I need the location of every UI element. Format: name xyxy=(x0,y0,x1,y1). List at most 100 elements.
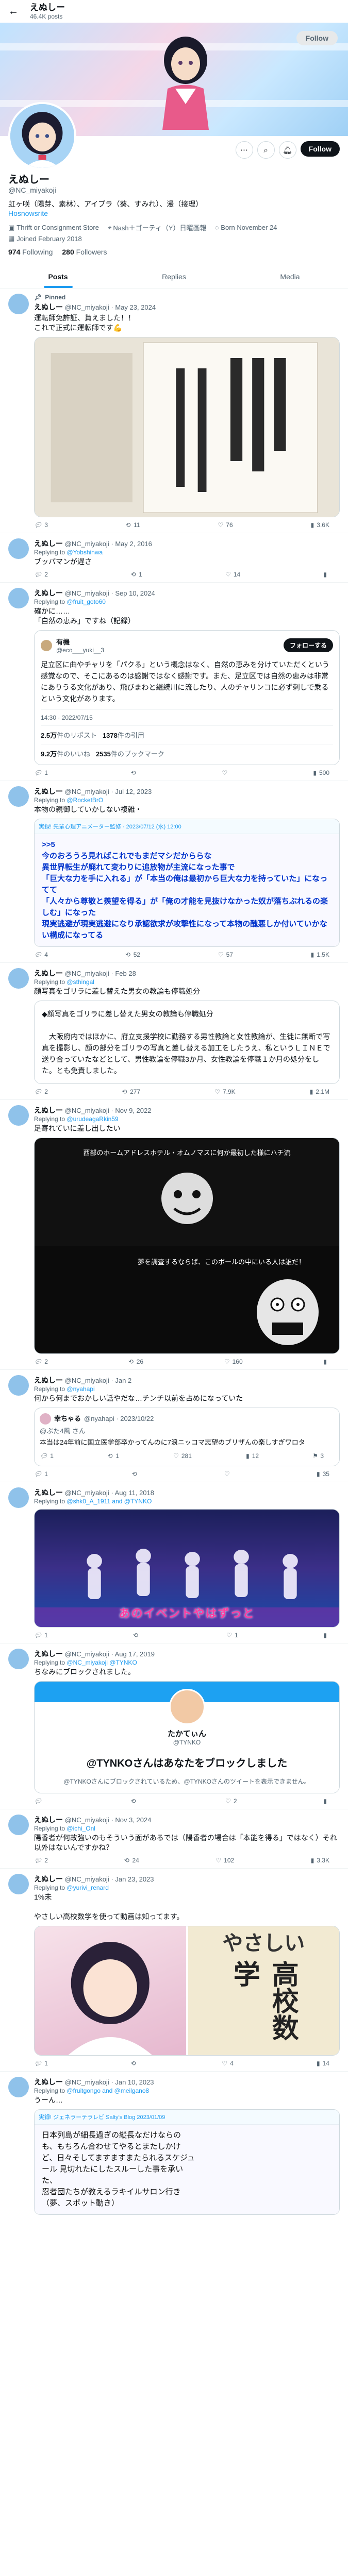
tweet-avatar[interactable] xyxy=(8,1105,29,1126)
tweet[interactable]: えぬしー @NC_miyakoji · Aug 17, 2019 Replyin… xyxy=(0,1643,348,1809)
reply-to-link[interactable]: @ichi_Onl xyxy=(67,1825,95,1832)
tweet[interactable]: えぬしー @NC_miyakoji · Sep 10, 2024 Replyin… xyxy=(0,583,348,781)
retweet-button[interactable]: ⟲ 11 xyxy=(126,521,140,529)
tweet-image[interactable]: 実録! ジェネラーテラレビ Salty's Blog 2023/01/09 日本… xyxy=(34,2109,340,2215)
views-button[interactable]: ▮ 500 xyxy=(313,769,329,776)
tweet-avatar[interactable] xyxy=(8,2077,29,2097)
reply-to-link[interactable]: @Yobshinwa xyxy=(67,549,103,556)
views-button[interactable]: ▮ 35 xyxy=(317,1470,329,1478)
views-button[interactable]: ▮ 3.3K xyxy=(311,1857,329,1864)
embedded-tweet[interactable]: 幸ちゃる @nyahapi · 2023/10/22 @ぶた4風 さん 本当は2… xyxy=(34,1408,340,1466)
tweet-avatar[interactable] xyxy=(8,1874,29,1894)
views-button[interactable]: ▮ 1.5K xyxy=(311,951,329,958)
reply-button[interactable]: 💬︎ 1 xyxy=(34,769,48,776)
tweet-image-right[interactable]: やさしい 高校数学 xyxy=(188,1926,339,2055)
tweet-avatar[interactable] xyxy=(8,294,29,314)
tweet[interactable]: えぬしー @NC_miyakoji · Jan 10, 2023 Replyin… xyxy=(0,2072,348,2219)
like-button[interactable]: ♡ 2 xyxy=(225,1798,237,1805)
back-arrow-icon[interactable]: ← xyxy=(6,6,21,18)
like-button[interactable]: ♡ 76 xyxy=(218,521,233,529)
search-icon[interactable]: ⌕ xyxy=(257,141,275,159)
retweet-button[interactable]: ⟲ xyxy=(131,1798,139,1805)
tab-media[interactable]: Media xyxy=(232,264,348,288)
retweet-button[interactable]: ⟲ 52 xyxy=(126,951,140,958)
tweet[interactable]: えぬしー @NC_miyakoji · Jul 12, 2023 Replyin… xyxy=(0,781,348,963)
like-button[interactable]: ♡ 57 xyxy=(218,951,233,958)
views-button[interactable]: ▮ xyxy=(323,571,329,578)
reply-button[interactable]: 💬︎ 2 xyxy=(34,571,48,578)
like-button[interactable]: ♡ 160 xyxy=(224,1358,243,1365)
reply-to-link[interactable]: @sthingal xyxy=(67,978,94,986)
views-button[interactable]: ▮ xyxy=(323,1358,329,1365)
quoted-tweet[interactable]: 有機 @eco___yuki__3 フォローする 足立区に曲やチャリを「パクる」… xyxy=(34,630,340,765)
tweet-image-left[interactable] xyxy=(35,1926,186,2055)
reply-to-link[interactable]: @fruitgongo and @meilgano8 xyxy=(67,2087,149,2094)
following-link[interactable]: 974 Following xyxy=(8,248,53,256)
profile-avatar[interactable] xyxy=(8,102,76,170)
reply-to-link[interactable]: @shk0_A_1911 and @TYNKO xyxy=(67,1498,152,1505)
retweet-button[interactable]: ⟲ 26 xyxy=(129,1358,143,1365)
reply-button[interactable]: 💬︎ 2 xyxy=(34,1088,48,1095)
blocked-screenshot[interactable]: たかてぃん @TYNKO @TYNKOさんはあなたをブロックしました @TYNK… xyxy=(34,1681,340,1793)
tweet-avatar[interactable] xyxy=(8,1487,29,1508)
quoted-avatar[interactable] xyxy=(41,639,52,651)
reply-button[interactable]: 💬︎ 1 xyxy=(34,1632,48,1639)
tweet-image[interactable]: 西部のホームアドレスホテル・オムノマスに何か最初した様にハチ流 夢を調査するなら… xyxy=(34,1138,340,1354)
notification-bell-icon[interactable]: 🔔︎ xyxy=(278,141,296,159)
retweet-button[interactable]: ⟲ 277 xyxy=(122,1088,140,1095)
retweet-button[interactable]: ⟲ xyxy=(131,2060,139,2067)
banner-follow-button[interactable]: Follow xyxy=(296,31,338,45)
tweet-image[interactable] xyxy=(34,337,340,517)
views-button[interactable]: ▮ 2.1M xyxy=(310,1088,329,1095)
tab-replies[interactable]: Replies xyxy=(116,264,232,288)
tweet[interactable]: えぬしー @NC_miyakoji · Jan 23, 2023 Replyin… xyxy=(0,1869,348,2072)
reply-button[interactable]: 💬︎ 3 xyxy=(34,521,48,529)
reply-to-link[interactable]: @RocketBrO xyxy=(67,796,103,804)
more-icon[interactable]: ⋯ xyxy=(235,141,253,159)
tweet-image-text[interactable]: ◆顔写真をゴリラに差し替えた男女の教論も停職処分 大阪府内ではほかに、府立支援学… xyxy=(34,1001,340,1084)
like-button[interactable]: ♡ 1 xyxy=(226,1632,238,1639)
tweet-avatar[interactable] xyxy=(8,1375,29,1396)
like-button[interactable]: ♡ 7.9K xyxy=(214,1088,235,1095)
reply-to-link[interactable]: @fruit_goto60 xyxy=(67,598,106,605)
retweet-button[interactable]: ⟲ xyxy=(131,769,139,776)
follow-button[interactable]: Follow xyxy=(300,141,340,157)
reply-button[interactable]: 💬︎ 1 xyxy=(34,1470,48,1478)
reply-to-link[interactable]: @urudeagaRkin59 xyxy=(67,1115,118,1123)
retweet-button[interactable]: ⟲ 1 xyxy=(131,571,142,578)
reply-to-link[interactable]: @NC_miyakoji @TYNKO xyxy=(67,1659,137,1666)
tweet-image[interactable]: あのイベントやはずっと xyxy=(34,1509,340,1628)
views-button[interactable]: ▮ 14 xyxy=(317,2060,329,2067)
tweet-image[interactable]: 実録! 先輩心理アニメーター監修 · 2023/07/12 (水) 12:00 … xyxy=(34,819,340,947)
views-button[interactable]: ▮ xyxy=(323,1632,329,1639)
reply-button[interactable]: 💬︎ 4 xyxy=(34,951,48,958)
tweet-avatar[interactable] xyxy=(8,1815,29,1835)
like-button[interactable]: ♡ 4 xyxy=(222,2060,233,2067)
reply-button[interactable]: 💬︎ xyxy=(34,1798,44,1805)
followers-link[interactable]: 280 Followers xyxy=(62,248,107,256)
reply-button[interactable]: 💬︎ 2 xyxy=(34,1358,48,1365)
tab-posts[interactable]: Posts xyxy=(0,264,116,288)
tweet[interactable]: 📌︎ Pinned えぬしー @NC_miyakoji · May 23, 202… xyxy=(0,289,348,533)
retweet-button[interactable]: ⟲ xyxy=(132,1470,140,1478)
tweet[interactable]: えぬしー @NC_miyakoji · Feb 28 Replying to @… xyxy=(0,963,348,1100)
like-button[interactable]: ♡ 102 xyxy=(216,1857,234,1864)
tweet[interactable]: えぬしー @NC_miyakoji · Nov 9, 2022 Replying… xyxy=(0,1100,348,1370)
reply-to-link[interactable]: @yurivi_renard xyxy=(67,1884,109,1891)
profile-link[interactable]: Hosnowsrite xyxy=(8,209,340,217)
like-button[interactable]: ♡ xyxy=(222,769,230,776)
tweet-avatar[interactable] xyxy=(8,538,29,559)
tweet-avatar[interactable] xyxy=(8,968,29,989)
tweet-avatar[interactable] xyxy=(8,588,29,608)
quoted-follow-button[interactable]: フォローする xyxy=(283,638,333,652)
tweet-avatar[interactable] xyxy=(8,1649,29,1669)
reply-button[interactable]: 💬︎ 2 xyxy=(34,1857,48,1864)
like-button[interactable]: ♡ 14 xyxy=(225,571,240,578)
reply-to-link[interactable]: @nyahapi xyxy=(67,1385,94,1393)
tweet[interactable]: えぬしー @NC_miyakoji · Jan 2 Replying to @n… xyxy=(0,1370,348,1482)
views-button[interactable]: ▮ 3.6K xyxy=(311,521,329,529)
tweet[interactable]: えぬしー @NC_miyakoji · Aug 11, 2018 Replyin… xyxy=(0,1482,348,1643)
retweet-button[interactable]: ⟲ xyxy=(134,1632,141,1639)
tweet-avatar[interactable] xyxy=(8,786,29,807)
retweet-button[interactable]: ⟲ 24 xyxy=(124,1857,139,1864)
